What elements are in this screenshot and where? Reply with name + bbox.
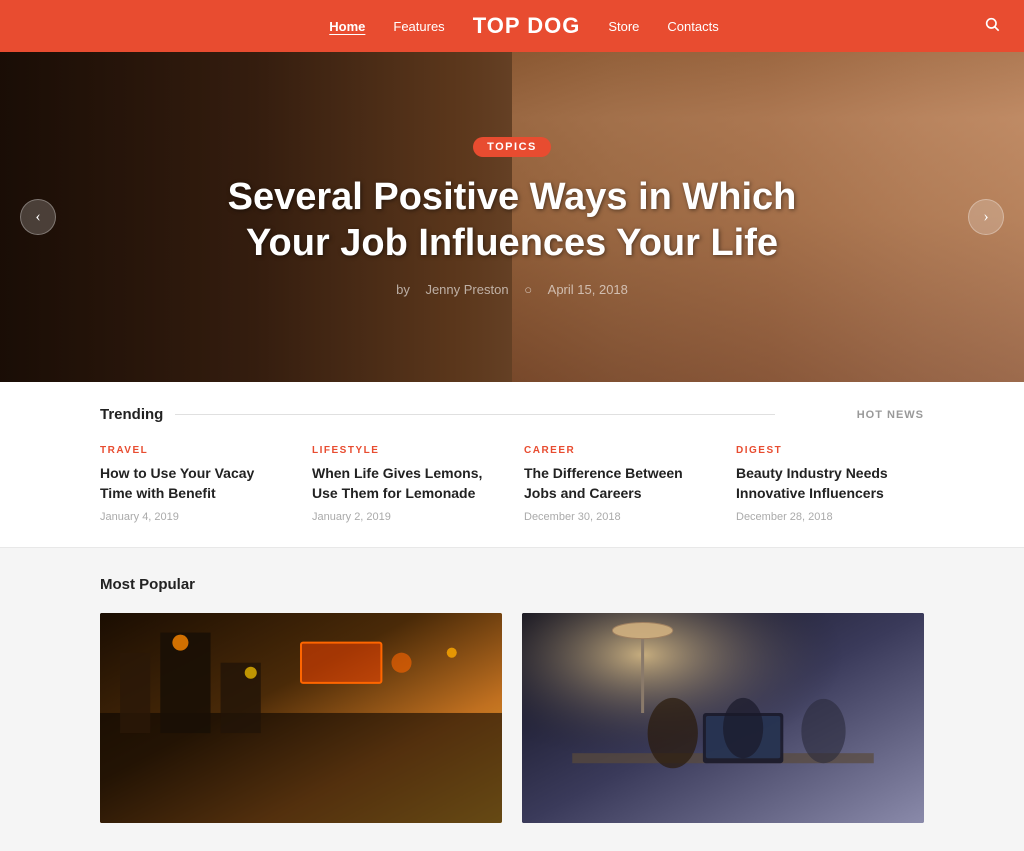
trending-card-4-date: December 28, 2018 <box>736 511 924 523</box>
trending-card-3-date: December 30, 2018 <box>524 511 712 523</box>
hero-prev-button[interactable]: ‹ <box>20 199 56 235</box>
trending-card-3-category: CAREER <box>524 445 712 456</box>
hero-section: ‹ TOPICS Several Positive Ways in Which … <box>0 52 1024 382</box>
popular-card-2-image <box>522 613 924 823</box>
most-popular-title: Most Popular <box>100 576 924 593</box>
hero-content: TOPICS Several Positive Ways in Which Yo… <box>172 137 852 297</box>
trending-section: Trending HOT NEWS TRAVEL How to Use Your… <box>0 382 1024 548</box>
popular-card-1[interactable] <box>100 613 502 823</box>
trending-card-1-title: How to Use Your Vacay Time with Benefit <box>100 464 288 503</box>
trending-card-3-title: The Difference Between Jobs and Careers <box>524 464 712 503</box>
hero-meta-separator: ○ <box>524 282 535 297</box>
trending-card-4-title: Beauty Industry Needs Innovative Influen… <box>736 464 924 503</box>
hot-news-label: HOT NEWS <box>857 409 924 421</box>
hero-next-button[interactable]: › <box>968 199 1004 235</box>
hero-author-prefix: by <box>396 282 413 297</box>
nav-features[interactable]: Features <box>393 19 444 34</box>
search-icon[interactable] <box>984 16 1000 37</box>
most-popular-section: Most Popular <box>0 548 1024 851</box>
site-logo: TOP DOG <box>473 13 581 39</box>
popular-card-1-image <box>100 613 502 823</box>
trending-card-1-category: TRAVEL <box>100 445 288 456</box>
trending-header: Trending HOT NEWS <box>100 406 924 423</box>
most-popular-grid <box>100 613 924 823</box>
trending-grid: TRAVEL How to Use Your Vacay Time with B… <box>100 445 924 523</box>
trending-card-2[interactable]: LIFESTYLE When Life Gives Lemons, Use Th… <box>312 445 500 523</box>
trending-card-2-category: LIFESTYLE <box>312 445 500 456</box>
trending-card-3[interactable]: CAREER The Difference Between Jobs and C… <box>524 445 712 523</box>
hero-date: April 15, 2018 <box>548 282 628 297</box>
trending-card-4-category: DIGEST <box>736 445 924 456</box>
trending-card-4[interactable]: DIGEST Beauty Industry Needs Innovative … <box>736 445 924 523</box>
trending-card-1-date: January 4, 2019 <box>100 511 288 523</box>
trending-card-1[interactable]: TRAVEL How to Use Your Vacay Time with B… <box>100 445 288 523</box>
popular-card-2[interactable] <box>522 613 924 823</box>
hero-author: Jenny Preston <box>425 282 508 297</box>
hero-tag[interactable]: TOPICS <box>473 137 551 157</box>
nav-contacts[interactable]: Contacts <box>667 19 718 34</box>
hero-meta: by Jenny Preston ○ April 15, 2018 <box>212 282 812 297</box>
trending-card-2-title: When Life Gives Lemons, Use Them for Lem… <box>312 464 500 503</box>
trending-card-2-date: January 2, 2019 <box>312 511 500 523</box>
site-header: Home Features TOP DOG Store Contacts <box>0 0 1024 52</box>
nav-store[interactable]: Store <box>608 19 639 34</box>
main-nav: Home Features TOP DOG Store Contacts <box>64 13 984 39</box>
trending-title: Trending <box>100 406 775 423</box>
hero-title: Several Positive Ways in Which Your Job … <box>212 175 812 266</box>
nav-home[interactable]: Home <box>329 19 365 34</box>
